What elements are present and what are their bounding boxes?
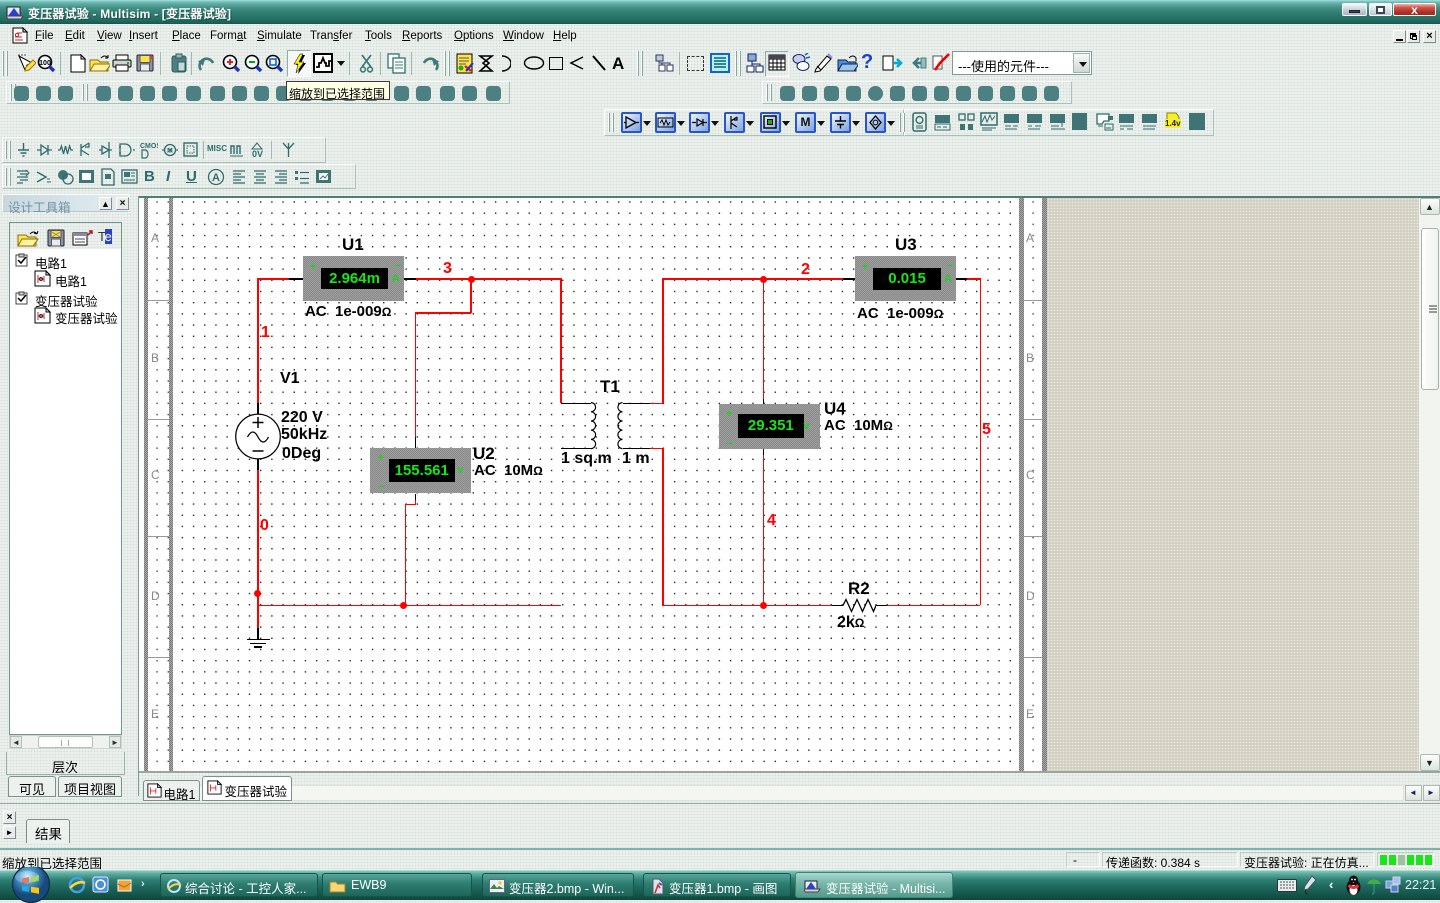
svg-text:0V: 0V bbox=[252, 149, 263, 159]
svg-text:100: 100 bbox=[39, 60, 51, 67]
svg-text:A: A bbox=[212, 172, 220, 184]
svg-text:M: M bbox=[167, 148, 173, 155]
svg-text:CMOS: CMOS bbox=[140, 143, 158, 150]
